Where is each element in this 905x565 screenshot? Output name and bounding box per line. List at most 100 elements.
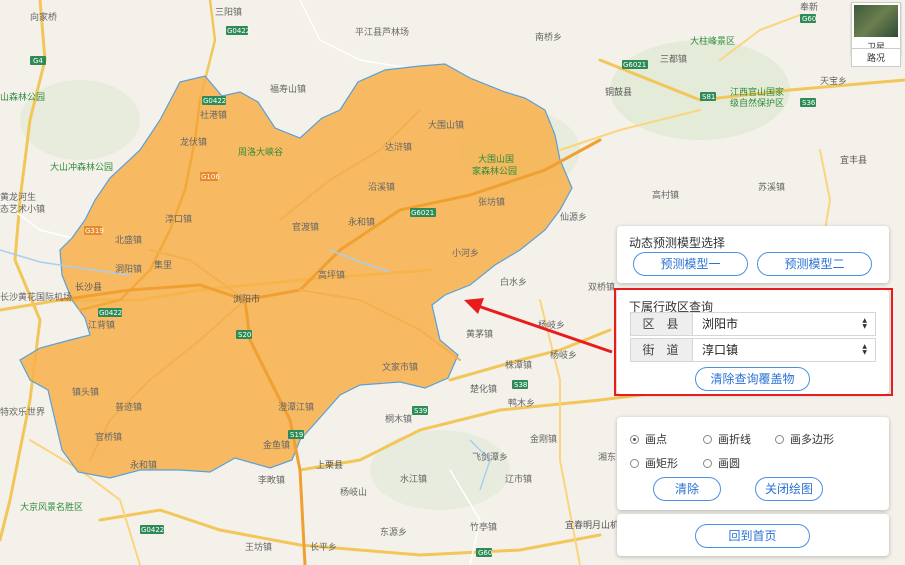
svg-text:大柱峰景区: 大柱峰景区 xyxy=(690,35,735,47)
svg-text:东源乡: 东源乡 xyxy=(380,526,407,538)
svg-text:G0422: G0422 xyxy=(141,526,164,534)
svg-text:楚化镇: 楚化镇 xyxy=(470,383,497,395)
svg-text:周洛大峡谷: 周洛大峡谷 xyxy=(238,146,283,158)
radio-icon xyxy=(703,434,712,444)
svg-text:长沙黄花国际机场: 长沙黄花国际机场 xyxy=(0,291,72,303)
traffic-switch[interactable]: 路况 xyxy=(851,48,901,67)
svg-text:态艺术小镇: 态艺术小镇 xyxy=(0,203,45,215)
svg-text:G60: G60 xyxy=(802,15,816,23)
svg-text:天宝乡: 天宝乡 xyxy=(820,75,847,87)
svg-text:三阳镇: 三阳镇 xyxy=(215,6,242,18)
svg-text:S36: S36 xyxy=(802,99,816,107)
draw-circle-option[interactable]: 画圆 xyxy=(703,455,740,471)
svg-text:大山冲森林公园: 大山冲森林公园 xyxy=(50,161,113,173)
svg-text:黄茅镇: 黄茅镇 xyxy=(466,328,493,340)
svg-text:家森林公园: 家森林公园 xyxy=(472,165,517,177)
svg-text:辽市镇: 辽市镇 xyxy=(505,473,532,485)
svg-text:集里: 集里 xyxy=(154,259,172,271)
svg-text:S38: S38 xyxy=(514,381,527,389)
svg-text:S19: S19 xyxy=(290,431,303,439)
svg-text:G0422: G0422 xyxy=(203,97,226,105)
svg-text:杨岐山: 杨岐山 xyxy=(340,486,367,498)
svg-text:淳口镇: 淳口镇 xyxy=(165,213,192,225)
home-button[interactable]: 回到首页 xyxy=(695,524,810,548)
svg-text:宜丰县: 宜丰县 xyxy=(840,154,867,166)
draw-polygon-option[interactable]: 画多边形 xyxy=(775,431,834,447)
svg-text:社港镇: 社港镇 xyxy=(200,109,227,121)
svg-text:三都镇: 三都镇 xyxy=(660,53,687,65)
radio-icon xyxy=(703,458,712,468)
radio-checked-icon xyxy=(630,434,639,444)
svg-text:金鱼镇: 金鱼镇 xyxy=(263,439,290,451)
svg-text:S20: S20 xyxy=(238,331,251,339)
draw-tools-panel: 画点 画折线 画多边形 画矩形 画圆 清除 关闭绘图 xyxy=(617,417,889,510)
svg-text:永和镇: 永和镇 xyxy=(130,459,157,471)
svg-text:向家桥: 向家桥 xyxy=(30,11,57,23)
svg-text:长平乡: 长平乡 xyxy=(310,541,337,553)
home-panel: 回到首页 xyxy=(617,514,889,556)
svg-text:官桥镇: 官桥镇 xyxy=(95,431,122,443)
svg-text:高村镇: 高村镇 xyxy=(652,189,679,201)
svg-text:北盛镇: 北盛镇 xyxy=(115,234,142,246)
svg-text:水江镇: 水江镇 xyxy=(400,473,427,485)
svg-text:南桥乡: 南桥乡 xyxy=(535,31,562,43)
svg-text:S81: S81 xyxy=(702,93,715,101)
svg-text:G0422: G0422 xyxy=(227,27,250,35)
svg-text:山森林公园: 山森林公园 xyxy=(0,91,45,103)
svg-text:特欢乐世界: 特欢乐世界 xyxy=(0,406,45,418)
svg-text:双桥镇: 双桥镇 xyxy=(588,281,615,293)
svg-text:黄龙河生: 黄龙河生 xyxy=(0,191,36,203)
svg-text:江背镇: 江背镇 xyxy=(88,319,115,331)
svg-text:G106: G106 xyxy=(201,173,220,181)
svg-text:级自然保护区: 级自然保护区 xyxy=(730,97,784,109)
svg-text:大围山国: 大围山国 xyxy=(478,153,514,165)
svg-text:小河乡: 小河乡 xyxy=(452,247,479,259)
svg-text:镇头镇: 镇头镇 xyxy=(72,386,99,398)
svg-text:G0422: G0422 xyxy=(99,309,122,317)
svg-text:奉新: 奉新 xyxy=(800,1,818,13)
svg-text:平江县芦林场: 平江县芦林场 xyxy=(355,26,409,38)
svg-text:杨岐乡: 杨岐乡 xyxy=(550,349,577,361)
draw-polyline-option[interactable]: 画折线 xyxy=(703,431,751,447)
svg-text:福寿山镇: 福寿山镇 xyxy=(270,83,306,95)
radio-icon xyxy=(630,458,639,468)
svg-text:浏阳市: 浏阳市 xyxy=(233,293,260,305)
satellite-thumbnail xyxy=(854,5,898,37)
svg-text:G6021: G6021 xyxy=(411,209,434,217)
svg-text:苏溪镇: 苏溪镇 xyxy=(758,181,785,193)
svg-text:竹亭镇: 竹亭镇 xyxy=(470,521,497,533)
close-drawing-button[interactable]: 关闭绘图 xyxy=(755,477,823,501)
svg-text:澄潭江镇: 澄潭江镇 xyxy=(278,401,314,413)
svg-text:上栗县: 上栗县 xyxy=(316,460,343,471)
svg-text:株潭镇: 株潭镇 xyxy=(505,359,532,371)
model-panel-title: 动态预测模型选择 xyxy=(629,236,726,250)
svg-text:大京风景名胜区: 大京风景名胜区 xyxy=(20,501,83,513)
svg-text:鸭木乡: 鸭木乡 xyxy=(508,397,535,409)
draw-point-option[interactable]: 画点 xyxy=(630,431,667,447)
svg-text:桐木镇: 桐木镇 xyxy=(385,413,412,425)
svg-text:G319: G319 xyxy=(85,227,104,235)
svg-text:江西官山国家: 江西官山国家 xyxy=(730,86,784,98)
svg-text:湘东: 湘东 xyxy=(598,451,616,463)
model-two-button[interactable]: 预测模型二 xyxy=(757,252,872,276)
draw-rectangle-option[interactable]: 画矩形 xyxy=(630,455,678,471)
svg-text:大围山镇: 大围山镇 xyxy=(428,119,464,131)
svg-text:洞阳镇: 洞阳镇 xyxy=(115,263,142,275)
svg-text:沿溪镇: 沿溪镇 xyxy=(368,181,395,193)
svg-text:文家市镇: 文家市镇 xyxy=(382,361,418,373)
svg-text:高坪镇: 高坪镇 xyxy=(318,269,345,281)
svg-text:普迹镇: 普迹镇 xyxy=(115,401,142,413)
svg-text:官渡镇: 官渡镇 xyxy=(292,221,319,233)
svg-text:李畋镇: 李畋镇 xyxy=(258,474,285,486)
svg-text:白水乡: 白水乡 xyxy=(500,276,527,288)
clear-drawing-button[interactable]: 清除 xyxy=(653,477,721,501)
model-select-panel: 动态预测模型选择 预测模型一 预测模型二 xyxy=(617,226,889,283)
svg-text:张坊镇: 张坊镇 xyxy=(478,196,505,208)
svg-text:龙伏镇: 龙伏镇 xyxy=(180,136,207,148)
svg-text:飞剑潭乡: 飞剑潭乡 xyxy=(472,451,508,463)
svg-text:王坊镇: 王坊镇 xyxy=(245,541,272,553)
svg-text:铜鼓县: 铜鼓县 xyxy=(605,86,632,98)
svg-text:G6021: G6021 xyxy=(623,61,646,69)
radio-icon xyxy=(775,434,784,444)
model-one-button[interactable]: 预测模型一 xyxy=(633,252,748,276)
